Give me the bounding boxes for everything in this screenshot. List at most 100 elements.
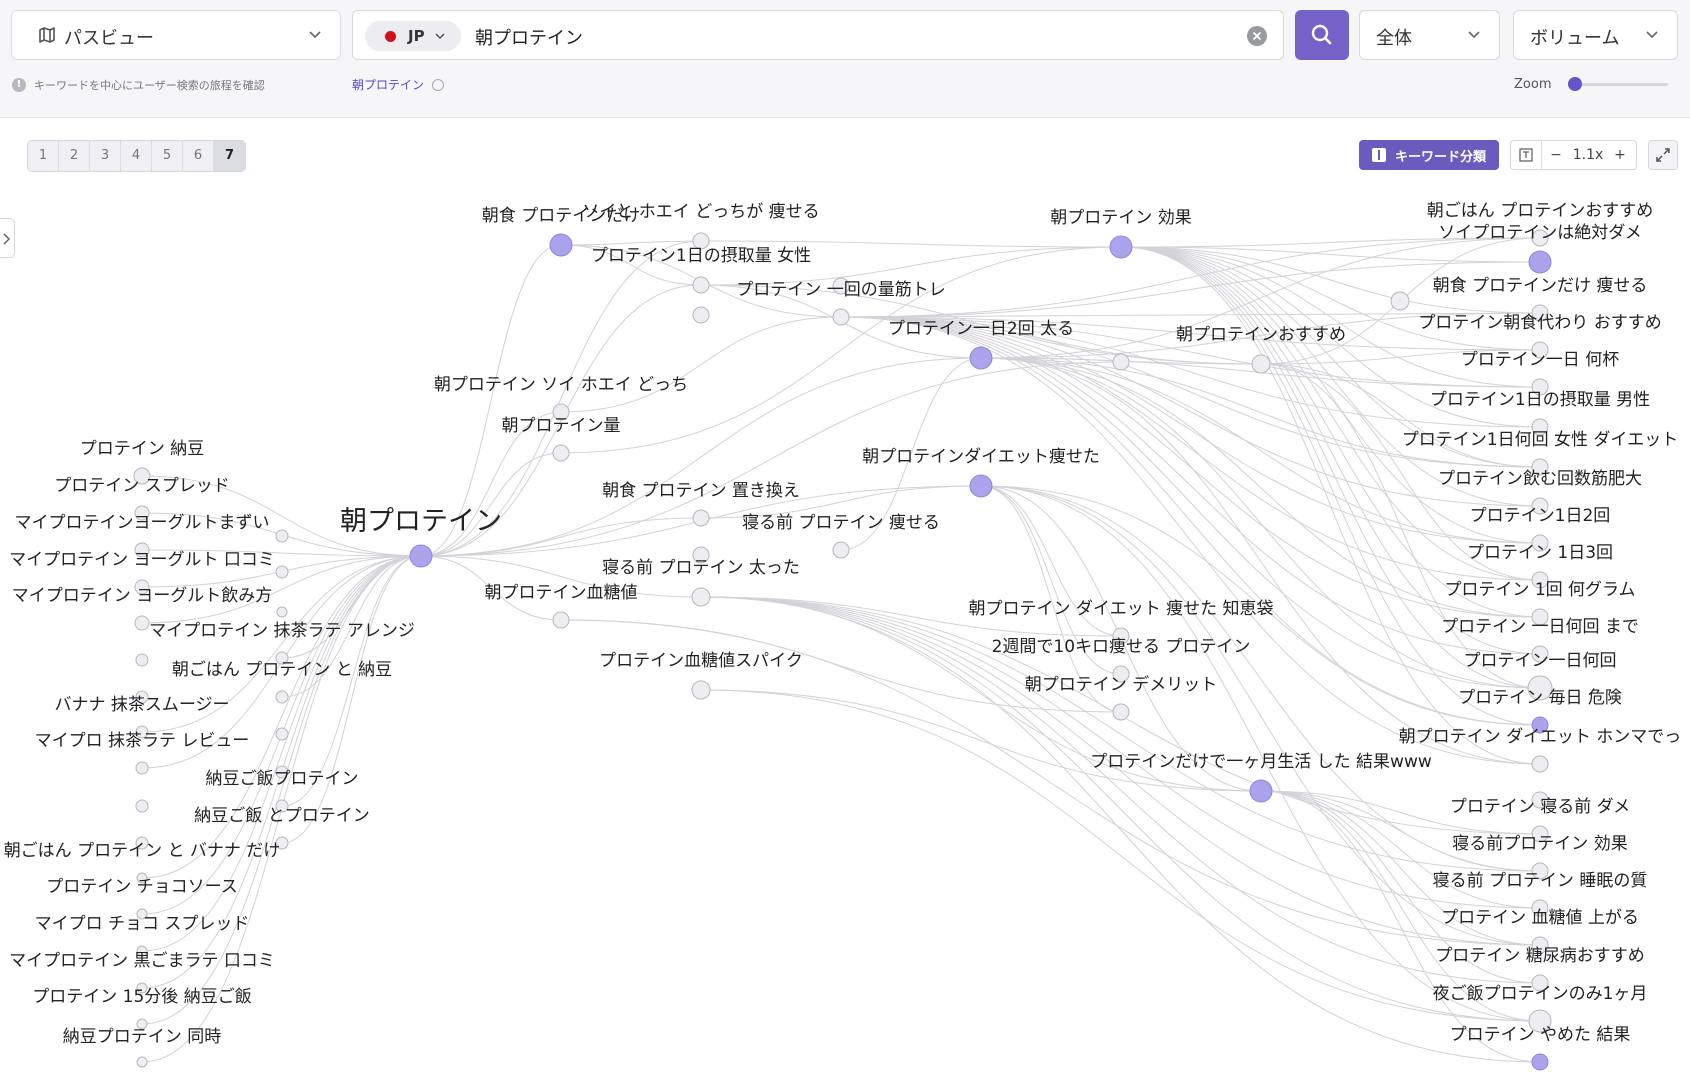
graph-node-label: 朝プロテイン血糖値 (485, 583, 638, 603)
graph-node[interactable]: 朝プロテイン ダイエット ホンマでっ (1399, 727, 1682, 773)
graph-node-label: プロテイン 寝る前 ダメ (1450, 796, 1630, 817)
graph-node-label: マイプロテイン ヨーグルト 口コミ (9, 550, 275, 570)
graph-node-label: プロテイン一日何回 (1464, 651, 1617, 671)
graph-node-dot[interactable] (135, 761, 149, 775)
graph-node-dot[interactable] (969, 474, 993, 498)
graph-node-label: バナナ 抹茶スムージー (54, 695, 229, 715)
graph-edge (420, 452, 562, 557)
graph-node-label: プロテイン朝食代わり おすすめ (1418, 313, 1661, 333)
graph-node[interactable]: 朝プロテイン デメリット (1025, 674, 1217, 721)
graph-node-dot[interactable] (1531, 1053, 1549, 1071)
graph-node-dot[interactable] (1112, 703, 1130, 721)
graph-node[interactable]: マイプロテイン 抹茶ラテ アレンジ (149, 621, 415, 665)
graph-node-dot[interactable] (134, 615, 150, 631)
graph-node-label: 朝プロテイン デメリット (1025, 674, 1217, 695)
graph-node-dot[interactable] (691, 680, 711, 700)
graph-node-label: プロテイン1日の摂取量 女性 (591, 246, 811, 266)
graph-node-dot[interactable] (1531, 755, 1549, 773)
graph-node-label: 寝る前 プロテイン 痩せる (742, 512, 940, 533)
graph-node-label: 夜ご飯プロテインのみ1ヶ月 (1433, 984, 1648, 1004)
graph-node[interactable]: プロテイン1日の摂取量 男性 (1430, 390, 1650, 436)
graph-node-dot[interactable] (552, 444, 570, 462)
graph-node-dot[interactable] (275, 690, 289, 704)
graph-edge (560, 240, 702, 246)
graph-edges (141, 237, 1541, 1063)
graph-node-label: プロテイン やめた 結果 (1450, 1025, 1631, 1045)
graph-node-dot[interactable] (275, 565, 289, 579)
graph-node-label: 朝ごはん プロテイン と 納豆 (172, 660, 392, 680)
graph-node[interactable]: プロテイン 15分後 納豆ご飯 (32, 987, 252, 1030)
graph-node-label: 朝プロテイン ダイエット ホンマでっ (1399, 727, 1682, 747)
graph-node-label: 納豆ご飯 とプロテイン (194, 806, 369, 826)
graph-node-dot[interactable] (1112, 353, 1130, 371)
graph-node[interactable]: プロテイン血糖値スパイク (599, 651, 803, 700)
graph-node-label: ソイと ホエイ どっちが 痩せる (582, 202, 819, 222)
graph-node-dot[interactable] (692, 306, 710, 324)
graph-node[interactable]: 寝る前 プロテイン 痩せる (742, 512, 940, 559)
graph-node-dot[interactable] (1390, 291, 1410, 311)
path-graph[interactable]: 朝プロテイン朝食 プロテインだけソイと ホエイ どっちが 痩せるプロテイン1日の… (0, 0, 1690, 1085)
graph-node-dot[interactable] (832, 541, 850, 559)
graph-node-dot[interactable] (276, 606, 288, 618)
graph-node-label: 朝プロテイン 効果 (1050, 208, 1191, 228)
graph-node-label: 寝る前プロテイン 効果 (1452, 833, 1627, 854)
graph-node-dot[interactable] (832, 308, 850, 326)
graph-node-dot[interactable] (692, 509, 710, 527)
graph-node-dot[interactable] (552, 611, 570, 629)
graph-node-label: 朝プロテイン ダイエット 痩せた 知恵袋 (968, 599, 1273, 619)
graph-node-label: プロテイン1日2回 (1470, 506, 1611, 526)
graph-node-label: プロテイン血糖値スパイク (599, 651, 803, 671)
graph-node-label: 朝プロテインダイエット痩せた (862, 447, 1100, 467)
graph-node[interactable]: プロテイン一日 何杯 (1461, 350, 1619, 396)
graph-node[interactable]: プロテイン やめた 結果 (1450, 1025, 1631, 1071)
graph-edge (560, 316, 842, 413)
graph-root-label: 朝プロテイン (340, 506, 502, 537)
graph-node-dot[interactable] (275, 727, 289, 741)
graph-node-label: 朝ごはん プロテインおすすめ (1427, 201, 1653, 221)
graph-node[interactable]: ソイプロテインは絶対ダメ (1438, 223, 1642, 274)
graph-node[interactable]: マイプロ チョコ スプレッド (35, 914, 250, 957)
graph-node-label: プロテイン 15分後 納豆ご飯 (32, 987, 251, 1007)
graph-node-dot[interactable] (969, 346, 993, 370)
graph-node-label: 朝プロテイン量 (502, 416, 621, 436)
graph-node-label: プロテイン飲む回数筋肥大 (1438, 469, 1642, 489)
graph-node-label: プロテイン1日何回 女性 ダイエット (1402, 430, 1678, 450)
graph-node-label: ソイプロテインは絶対ダメ (1438, 223, 1642, 243)
graph-node-label: プロテイン 一日何回 まで (1441, 617, 1639, 637)
graph-node[interactable]: 納豆プロテイン 同時 (63, 1027, 221, 1068)
graph-node-dot[interactable] (409, 544, 433, 568)
graph-node-label: プロテイン一日 何杯 (1461, 350, 1619, 370)
graph-node-label: マイプロテインヨーグルトまずい (15, 513, 270, 533)
graph-node-label: プロテイン 糖尿病おすすめ (1435, 946, 1644, 966)
graph-node-label: プロテインだけで一ヶ月生活 した 結果www (1090, 752, 1432, 772)
graph-node-label: 朝プロテイン ソイ ホエイ どっち (434, 375, 688, 395)
graph-node-dot[interactable] (549, 233, 573, 257)
graph-node-dot[interactable] (691, 587, 711, 607)
graph-node-label: マイプロテイン 抹茶ラテ アレンジ (149, 621, 415, 641)
graph-node[interactable]: 朝プロテインおすすめ (1176, 325, 1346, 374)
graph-edge (281, 555, 422, 844)
graph-node-dot[interactable] (692, 276, 710, 294)
graph-node-label: 寝る前 プロテイン 太った (602, 557, 800, 578)
graph-edge (1120, 246, 1541, 581)
graph-node-label: プロテイン スプレッド (54, 476, 229, 496)
graph-node-dot[interactable] (135, 799, 149, 813)
graph-node-label: プロテイン 1日3回 (1467, 543, 1613, 563)
graph-node-dot[interactable] (1109, 235, 1133, 259)
graph-node-label: プロテイン 納豆 (80, 439, 204, 459)
graph-node-label: マイプロテイン 黒ごまラテ 口コミ (9, 951, 275, 971)
graph-node-label: プロテイン 一回の量筋トレ (736, 280, 945, 300)
graph-node-dot[interactable] (135, 653, 149, 667)
graph-node-label: プロテイン 血糖値 上がる (1441, 908, 1639, 928)
graph-node-dot[interactable] (1249, 779, 1273, 803)
graph-node-dot[interactable] (136, 1056, 148, 1068)
graph-node[interactable]: プロテインだけで一ヶ月生活 した 結果www (1090, 752, 1432, 803)
graph-node[interactable]: マイプロ 抹茶ラテ レビュー (35, 731, 250, 775)
graph-node[interactable]: 朝プロテイン量 (502, 416, 621, 462)
graph-node-dot[interactable] (1251, 354, 1271, 374)
graph-node-dot[interactable] (275, 529, 289, 543)
graph-node-label: 朝食 プロテインだけ 痩せる (1433, 276, 1648, 296)
graph-node-dot[interactable] (1528, 250, 1552, 274)
graph-node-label: マイプロテイン ヨーグルト飲み方 (12, 586, 272, 606)
graph-node-label: マイプロ チョコ スプレッド (35, 914, 250, 934)
